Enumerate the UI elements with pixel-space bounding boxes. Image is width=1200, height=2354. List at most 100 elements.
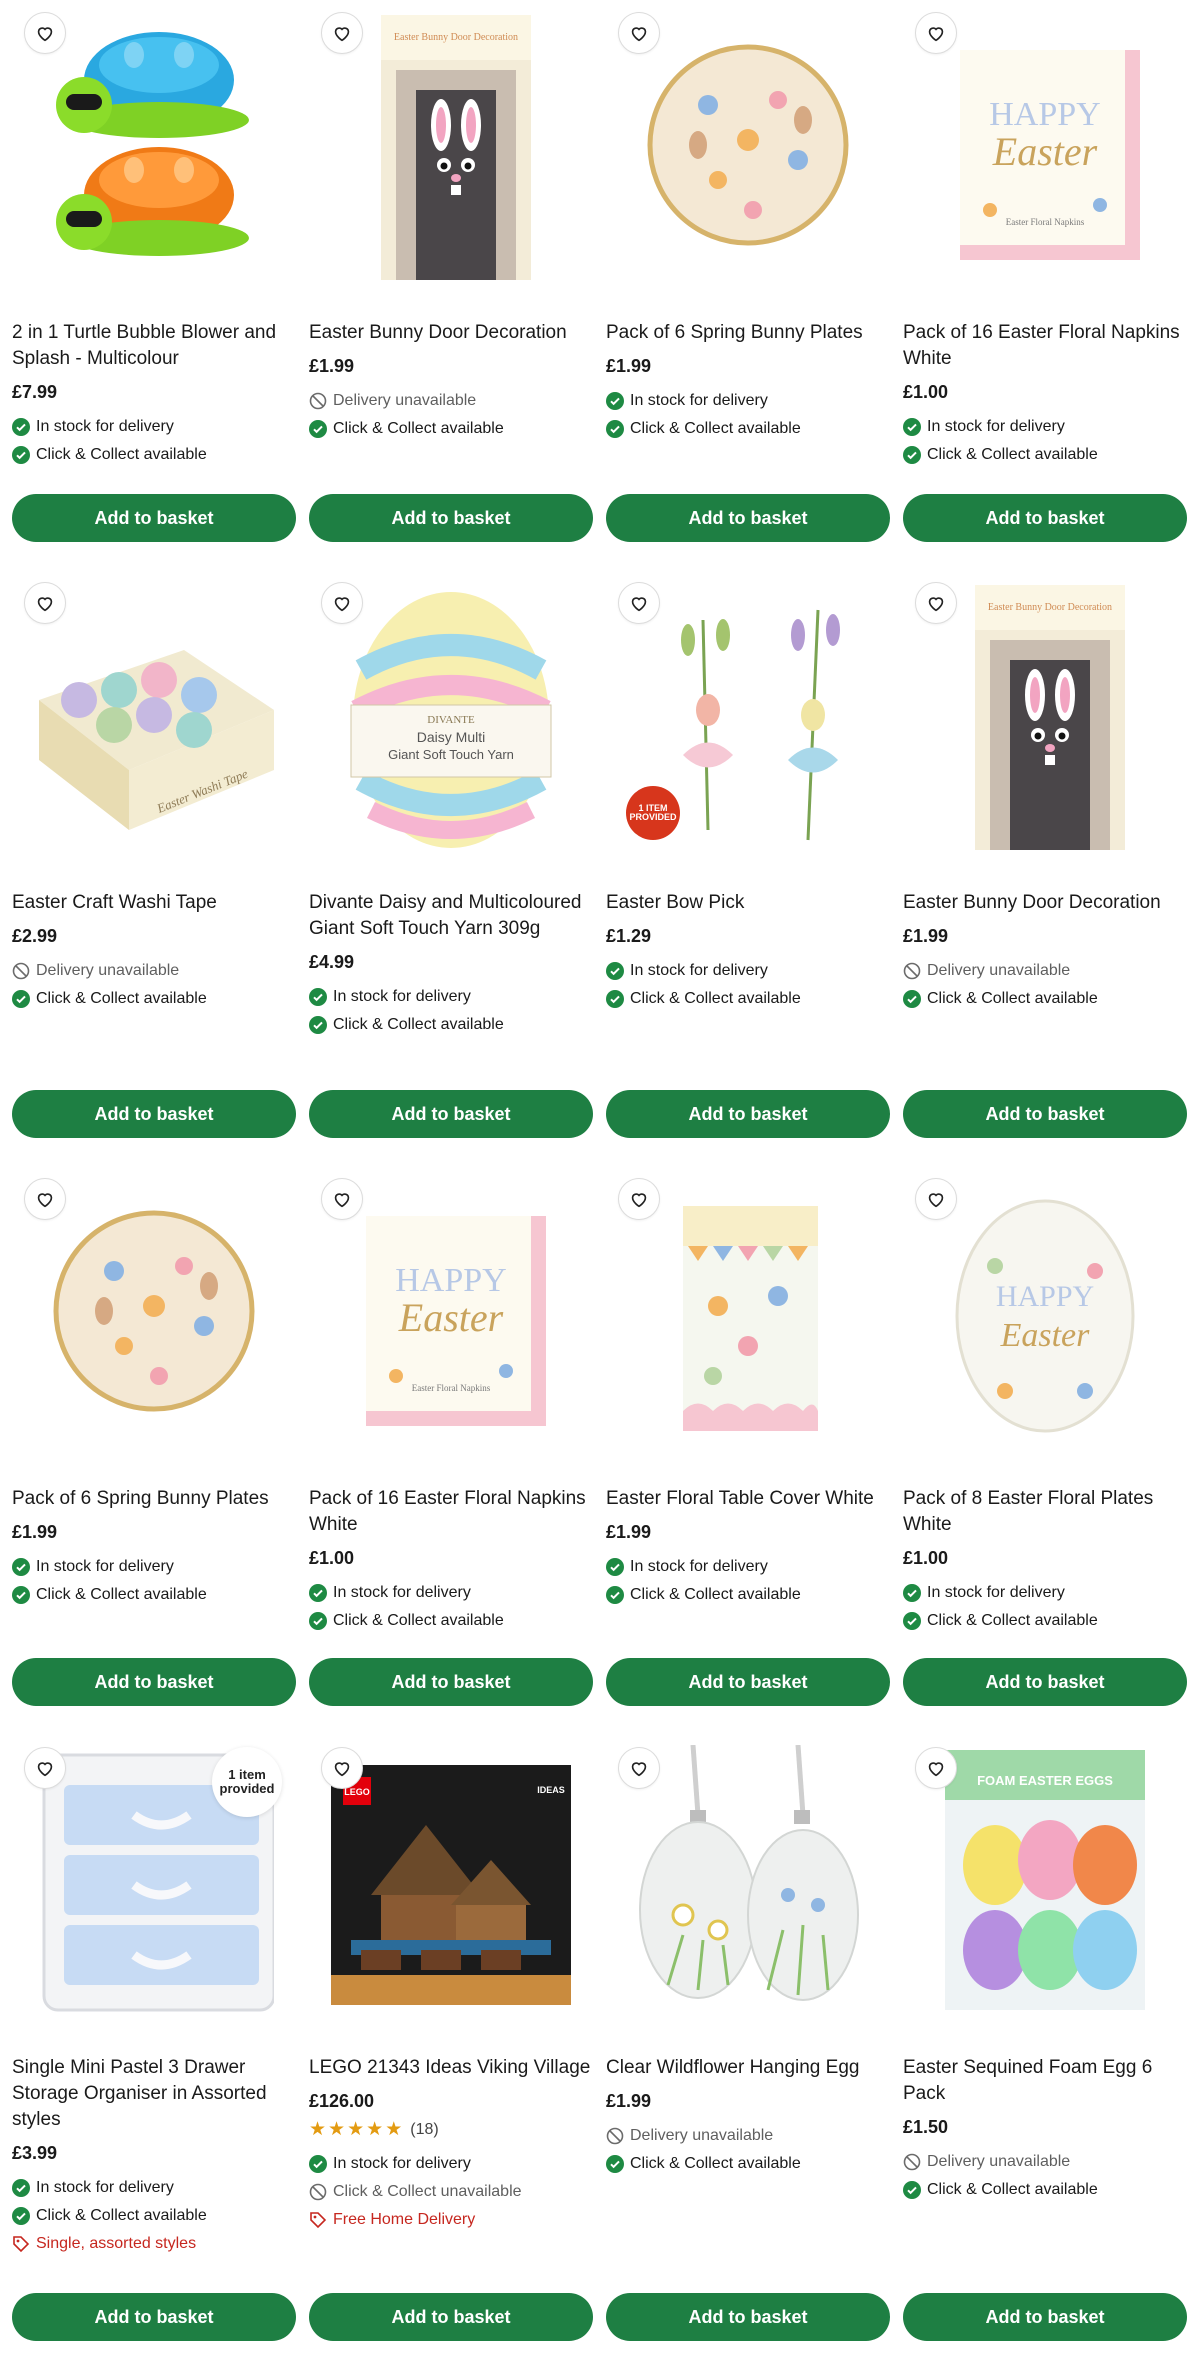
package-text: Easter Bunny Door Decoration (988, 602, 1112, 613)
product-title[interactable]: Easter Bunny Door Decoration (309, 290, 593, 346)
add-to-basket-button[interactable]: Add to basket (309, 1090, 593, 1138)
wishlist-heart-icon[interactable] (915, 1178, 957, 1220)
hanging-egg-image (639, 1745, 859, 2001)
add-to-basket-button[interactable]: Add to basket (12, 2293, 296, 2341)
add-to-basket-button[interactable]: Add to basket (903, 494, 1187, 542)
product-title[interactable]: Easter Floral Table Cover White (606, 1456, 890, 1512)
add-to-basket-button[interactable]: Add to basket (606, 1090, 890, 1138)
status-text: Click & Collect available (36, 2207, 207, 2224)
product-title[interactable]: Easter Bow Pick (606, 860, 890, 916)
wishlist-heart-icon[interactable] (321, 12, 363, 54)
product-title[interactable]: Pack of 6 Spring Bunny Plates (12, 1456, 296, 1512)
product-card: Easter Bunny Door Decoration Easter Bunn… (903, 570, 1187, 1138)
promo-label[interactable]: Single, assorted styles (12, 2230, 296, 2258)
check-circle-icon (309, 2155, 327, 2173)
add-to-basket-button[interactable]: Add to basket (606, 2293, 890, 2341)
product-title[interactable]: LEGO 21343 Ideas Viking Village (309, 2025, 593, 2081)
add-to-basket-button[interactable]: Add to basket (309, 1658, 593, 1706)
check-circle-icon (903, 990, 921, 1008)
add-to-basket-button[interactable]: Add to basket (12, 494, 296, 542)
product-image[interactable] (606, 0, 890, 290)
wishlist-heart-icon[interactable] (321, 1747, 363, 1789)
product-price: £7.99 (12, 382, 58, 402)
product-title[interactable]: 2 in 1 Turtle Bubble Blower and Splash -… (12, 290, 296, 372)
product-image[interactable]: Easter Bunny Door Decoration (309, 0, 593, 290)
status-text: Delivery unavailable (36, 962, 180, 979)
product-card: HAPPY Easter Easter Floral Napkins Pack … (309, 1166, 593, 1706)
product-image[interactable]: HAPPY Easter Easter Floral Napkins (309, 1166, 593, 1456)
delivery-status: In stock for delivery (309, 1579, 593, 1607)
product-title[interactable]: Easter Craft Washi Tape (12, 860, 296, 916)
product-image[interactable] (606, 1166, 890, 1456)
product-title[interactable]: Pack of 16 Easter Floral Napkins White (309, 1456, 593, 1538)
add-to-basket-button[interactable]: Add to basket (12, 1658, 296, 1706)
product-image[interactable]: Easter Washi Tape (12, 570, 296, 860)
add-to-basket-button[interactable]: Add to basket (903, 1658, 1187, 1706)
product-title[interactable]: Easter Sequined Foam Egg 6 Pack (903, 2025, 1187, 2107)
product-title[interactable]: Pack of 16 Easter Floral Napkins White (903, 290, 1187, 372)
product-image[interactable] (12, 0, 296, 290)
add-to-basket-button[interactable]: Add to basket (309, 2293, 593, 2341)
product-image[interactable]: LEGO IDEAS (309, 1735, 593, 2025)
napkin-text: Easter (398, 1295, 504, 1340)
product-price: £2.99 (12, 926, 58, 946)
product-image[interactable]: FOAM EASTER EGGS (903, 1735, 1187, 2025)
check-circle-icon (606, 2155, 624, 2173)
promo-label[interactable]: Free Home Delivery (309, 2206, 593, 2234)
collect-status: Click & Collect available (903, 1607, 1187, 1635)
wishlist-heart-icon[interactable] (24, 12, 66, 54)
wishlist-heart-icon[interactable] (618, 582, 660, 624)
item-provided-badge: 1 ITEM PROVIDED (626, 786, 680, 840)
product-image[interactable]: HAPPY Easter Easter Floral Napkins (903, 0, 1187, 290)
add-to-basket-button[interactable]: Add to basket (606, 1658, 890, 1706)
add-to-basket-button[interactable]: Add to basket (606, 494, 890, 542)
product-image[interactable]: HAPPY Easter (903, 1166, 1187, 1456)
add-to-basket-button[interactable]: Add to basket (903, 1090, 1187, 1138)
product-image[interactable] (12, 1166, 296, 1456)
rating-stars[interactable]: ★ ★ ★ ★ ★ (18) (309, 2120, 593, 2140)
table-cover-image (683, 1206, 818, 1431)
promo-text: Free Home Delivery (333, 2211, 476, 2228)
wishlist-heart-icon[interactable] (321, 582, 363, 624)
wishlist-heart-icon[interactable] (915, 582, 957, 624)
check-circle-icon (12, 2179, 30, 2197)
collect-status: Click & Collect available (606, 1581, 890, 1609)
wishlist-heart-icon[interactable] (618, 1747, 660, 1789)
wishlist-heart-icon[interactable] (24, 1747, 66, 1789)
check-circle-icon (606, 420, 624, 438)
unavailable-icon (309, 392, 327, 410)
product-image[interactable]: 1 ITEM PROVIDED (606, 570, 890, 860)
wishlist-heart-icon[interactable] (915, 12, 957, 54)
delivery-status: In stock for delivery (12, 2174, 296, 2202)
product-title[interactable]: Single Mini Pastel 3 Drawer Storage Orga… (12, 2025, 296, 2133)
add-to-basket-button[interactable]: Add to basket (309, 494, 593, 542)
product-price: £1.00 (903, 382, 949, 402)
product-title[interactable]: Easter Bunny Door Decoration (903, 860, 1187, 916)
bunny-door-image: Easter Bunny Door Decoration (975, 585, 1125, 850)
foam-eggs-image: FOAM EASTER EGGS (945, 1750, 1145, 2010)
product-title[interactable]: Clear Wildflower Hanging Egg (606, 2025, 890, 2081)
add-to-basket-button[interactable]: Add to basket (903, 2293, 1187, 2341)
wishlist-heart-icon[interactable] (24, 582, 66, 624)
product-image[interactable] (606, 1735, 890, 2025)
collect-status: Click & Collect available (903, 985, 1187, 1013)
wishlist-heart-icon[interactable] (915, 1747, 957, 1789)
delivery-status: Delivery unavailable (12, 957, 296, 985)
wishlist-heart-icon[interactable] (618, 1178, 660, 1220)
package-text: Easter Bunny Door Decoration (394, 32, 518, 43)
product-title[interactable]: Divante Daisy and Multicoloured Giant So… (309, 860, 593, 942)
delivery-status: In stock for delivery (606, 387, 890, 415)
collect-status: Click & Collect available (903, 441, 1187, 469)
star-icon: ★ (347, 2119, 365, 2140)
product-image[interactable]: Easter Bunny Door Decoration (903, 570, 1187, 860)
product-title[interactable]: Pack of 6 Spring Bunny Plates (606, 290, 890, 346)
delivery-status: In stock for delivery (12, 413, 296, 441)
product-image[interactable]: DIVANTE Daisy Multi Giant Soft Touch Yar… (309, 570, 593, 860)
wishlist-heart-icon[interactable] (321, 1178, 363, 1220)
product-image[interactable]: 1 item provided (12, 1735, 296, 2025)
wishlist-heart-icon[interactable] (24, 1178, 66, 1220)
wishlist-heart-icon[interactable] (618, 12, 660, 54)
status-text: In stock for delivery (333, 2155, 471, 2172)
product-title[interactable]: Pack of 8 Easter Floral Plates White (903, 1456, 1187, 1538)
add-to-basket-button[interactable]: Add to basket (12, 1090, 296, 1138)
